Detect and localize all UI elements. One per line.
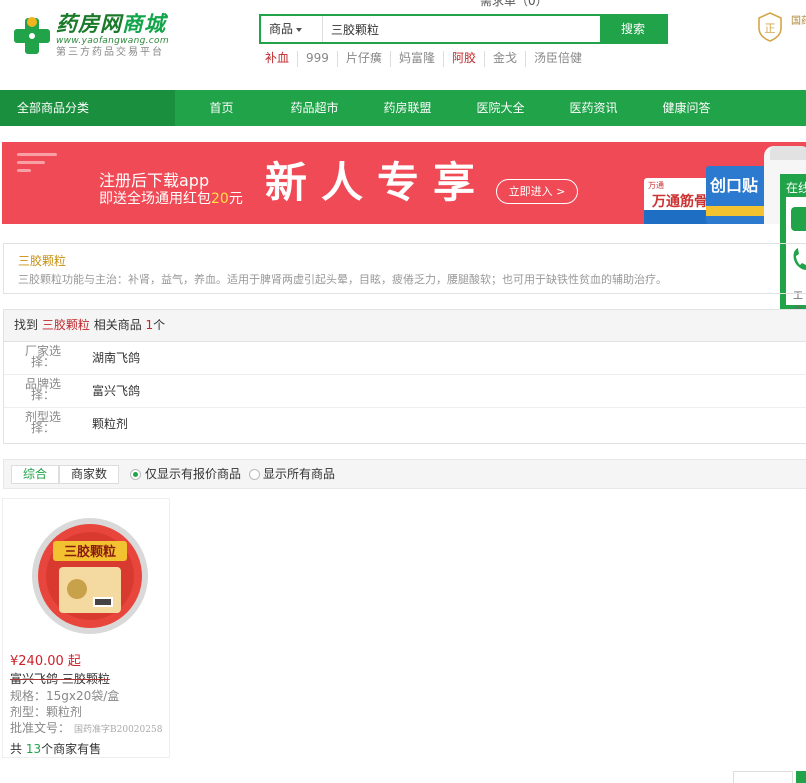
nav-item[interactable]: 医院大全: [454, 90, 547, 126]
description-title[interactable]: 三胶颗粒: [18, 252, 66, 269]
product-box-image: 万通 万通筋骨: [644, 178, 712, 224]
banner-enter-button[interactable]: 立即进入 >: [496, 179, 578, 204]
keyword-description: 三胶颗粒 三胶颗粒功能与主治：补肾，益气，养血。适用于脾肾两虚引起头晕，目眩，疲…: [3, 243, 806, 294]
hot-keyword[interactable]: 阿胶: [442, 51, 484, 67]
banner-line2: 即送全场通用红包20元: [99, 191, 243, 207]
nav-item[interactable]: 药品超市: [268, 90, 361, 126]
seller-count[interactable]: 共 13个商家有售: [10, 740, 101, 757]
decor-stripes: [17, 153, 57, 177]
nav-links: 首页 药品超市 药房联盟 医院大全 医药资讯 健康问答: [175, 90, 733, 126]
product-spec: 规格：15gx20袋/盒: [10, 689, 120, 703]
pager-fragment[interactable]: [733, 771, 793, 783]
nav-item[interactable]: 健康问答: [640, 90, 733, 126]
search-category-select[interactable]: 商品: [269, 16, 323, 42]
description-text: 三胶颗粒功能与主治：补肾，益气，养血。适用于脾肾两虚引起头晕，目眩，疲倦乏力，腰…: [18, 273, 667, 286]
all-categories-menu[interactable]: 全部商品分类: [0, 90, 175, 126]
filter-label: 剂型选择：: [24, 410, 61, 435]
chat-icon[interactable]: [791, 207, 806, 231]
banner-amount: 20: [211, 191, 229, 207]
promo-banner[interactable]: 注册后下载app 即送全场通用红包20元 新人专享 立即进入 > 万通 万通筋骨…: [2, 142, 806, 224]
search-bar: 商品 搜索: [259, 14, 668, 44]
logo-name: 药房网商城: [56, 12, 166, 36]
product-card[interactable]: 三胶颗粒 ¥240.00 起 富兴飞鸽 三胶颗粒 规格：15gx20袋/盒 剂型…: [2, 498, 170, 758]
result-keyword: 三胶颗粒: [41, 318, 90, 332]
pager-current[interactable]: [796, 771, 806, 783]
search-button[interactable]: 搜索: [600, 16, 666, 42]
hot-keyword[interactable]: 汤臣倍健: [524, 51, 590, 67]
radio-only-quoted-label[interactable]: 仅显示有报价商品: [145, 460, 241, 488]
filter-option[interactable]: 富兴飞鸽: [92, 375, 140, 407]
nav-item[interactable]: 医药资讯: [547, 90, 640, 126]
filter-row: 厂家选择： 湖南飞鸽: [4, 342, 806, 375]
bandage-box-image: 创口贴: [706, 166, 768, 224]
sort-bar: 综合 商家数 仅显示有报价商品 显示所有商品: [3, 459, 806, 489]
online-service-title: 在线: [786, 181, 806, 195]
product-image[interactable]: 三胶颗粒: [29, 515, 151, 637]
search-input[interactable]: [325, 16, 599, 42]
main-nav: 全部商品分类 首页 药品超市 药房联盟 医院大全 医药资讯 健康问答: [0, 90, 806, 126]
banner-headline: 新人专享: [265, 158, 490, 207]
radio-show-all[interactable]: [249, 469, 260, 480]
site-header: 药房网商城 www.yaofangwang.com 第三方药品交易平台 需求单（…: [0, 0, 806, 90]
svg-text:正: 正: [765, 22, 776, 35]
radio-only-quoted[interactable]: [130, 469, 141, 480]
product-name[interactable]: 富兴飞鸽 三胶颗粒: [10, 670, 110, 687]
nav-item[interactable]: 首页: [175, 90, 268, 126]
product-price: ¥240.00 起: [10, 654, 81, 669]
filter-label: 品牌选择：: [24, 377, 61, 402]
filter-panel: 找到 三胶颗粒 相关商品 1个 厂家选择： 湖南飞鸽品牌选择： 富兴飞鸽剂型选择： 颗…: [3, 309, 806, 444]
radio-show-all-label[interactable]: 显示所有商品: [263, 460, 335, 488]
filter-option[interactable]: 湖南飞鸽: [92, 342, 140, 374]
certification-text: 国药: [791, 16, 806, 27]
product-image-label: 三胶颗粒: [64, 544, 116, 560]
result-summary: 找到 三胶颗粒 相关商品 1个: [4, 310, 806, 342]
nav-item[interactable]: 药房联盟: [361, 90, 454, 126]
product-approval: 批准文号： 国药准字B20020258: [10, 721, 163, 735]
approval-number: 国药准字B20020258: [74, 725, 163, 735]
logo-slogan: 第三方药品交易平台: [56, 47, 164, 58]
filter-row: 品牌选择： 富兴飞鸽: [4, 375, 806, 408]
hot-keyword[interactable]: 999: [297, 51, 337, 67]
logo-url: www.yaofangwang.com: [56, 36, 169, 46]
cross-logo-icon: [14, 17, 50, 54]
hot-keyword[interactable]: 金戈: [483, 51, 525, 67]
product-form: 剂型：颗粒剂: [10, 705, 83, 719]
certified-shield-icon: 正: [758, 12, 782, 42]
hot-keyword[interactable]: 片仔癀: [336, 51, 390, 67]
hot-keyword[interactable]: 补血: [265, 51, 297, 67]
site-logo[interactable]: 药房网商城 www.yaofangwang.com 第三方药品交易平台: [8, 10, 169, 62]
filter-label: 厂家选择：: [24, 344, 61, 369]
sort-tab-default[interactable]: 综合: [11, 465, 59, 484]
demand-list-link[interactable]: 需求单（0）: [480, 0, 548, 9]
hot-keyword[interactable]: 妈富隆: [389, 51, 443, 67]
caret-down-icon: [296, 27, 303, 32]
sort-tab-sellers[interactable]: 商家数: [59, 465, 119, 484]
filter-option[interactable]: 颗粒剂: [92, 408, 128, 440]
hot-keywords: 补血 999 片仔癀 妈富隆 阿胶 金戈 汤臣倍健: [265, 51, 590, 67]
filter-row: 剂型选择： 颗粒剂: [4, 408, 806, 441]
